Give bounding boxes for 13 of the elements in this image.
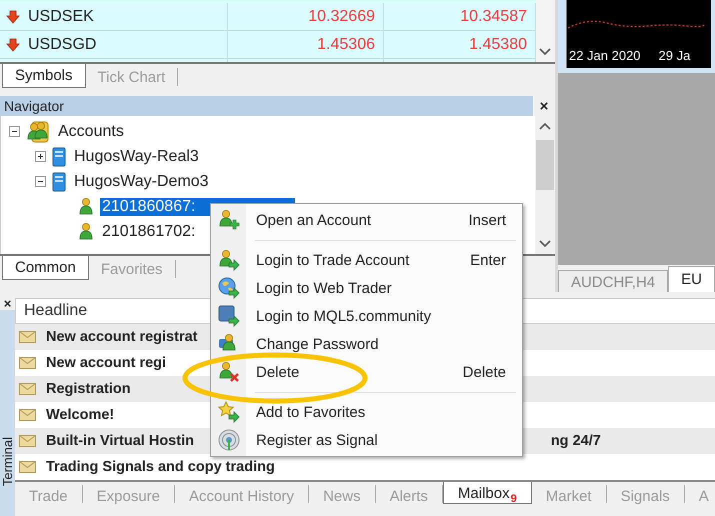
symbol-name: USDSGD [28,36,96,54]
shortcut-text: Enter [470,252,506,268]
date-label: 29 Ja [658,48,690,63]
ask-price: 1.45380 [469,36,527,54]
panel-title: Navigator [4,98,64,114]
bid-price: 1.45306 [317,36,375,54]
ask-price: 10.34587 [460,8,527,26]
shortcut-text: Insert [468,212,506,228]
bid-price: 10.32669 [308,8,375,26]
shortcut-text: Delete [462,364,506,380]
panel-title: Terminal [0,436,15,486]
symbol-name: USDSEK [28,8,94,26]
date-label: 22 Jan 2020 [568,48,641,63]
